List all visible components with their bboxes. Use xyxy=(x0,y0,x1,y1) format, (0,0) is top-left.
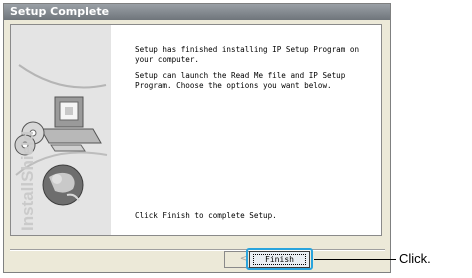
title-bar[interactable]: Setup Complete xyxy=(4,4,390,20)
setup-dialog: Setup Complete InstallShield Setup has f… xyxy=(3,3,391,273)
finished-message: Setup has finished installing IP Setup P… xyxy=(135,45,359,65)
options-message: Setup can launch the Read Me file and IP… xyxy=(135,71,345,91)
window-title: Setup Complete xyxy=(10,5,110,18)
installshield-art: InstallShield xyxy=(11,25,111,235)
finished-line-2: your computer. xyxy=(135,55,200,64)
callout-line xyxy=(314,259,396,260)
finish-highlight xyxy=(246,248,313,270)
divider xyxy=(10,249,385,251)
brand-watermark: InstallShield xyxy=(18,131,37,231)
finished-line-1: Setup has finished installing IP Setup P… xyxy=(135,45,360,54)
setup-illustration: InstallShield xyxy=(11,25,111,235)
content-panel: InstallShield Setup has finished install… xyxy=(10,24,382,236)
options-line-2: Program. Choose the options you want bel… xyxy=(135,81,332,90)
options-line-1: Setup can launch the Read Me file and IP… xyxy=(135,71,346,80)
globe-icon xyxy=(42,164,84,206)
finish-instruction: Click Finish to complete Setup. xyxy=(135,211,277,220)
callout-text: Click. xyxy=(399,251,431,266)
